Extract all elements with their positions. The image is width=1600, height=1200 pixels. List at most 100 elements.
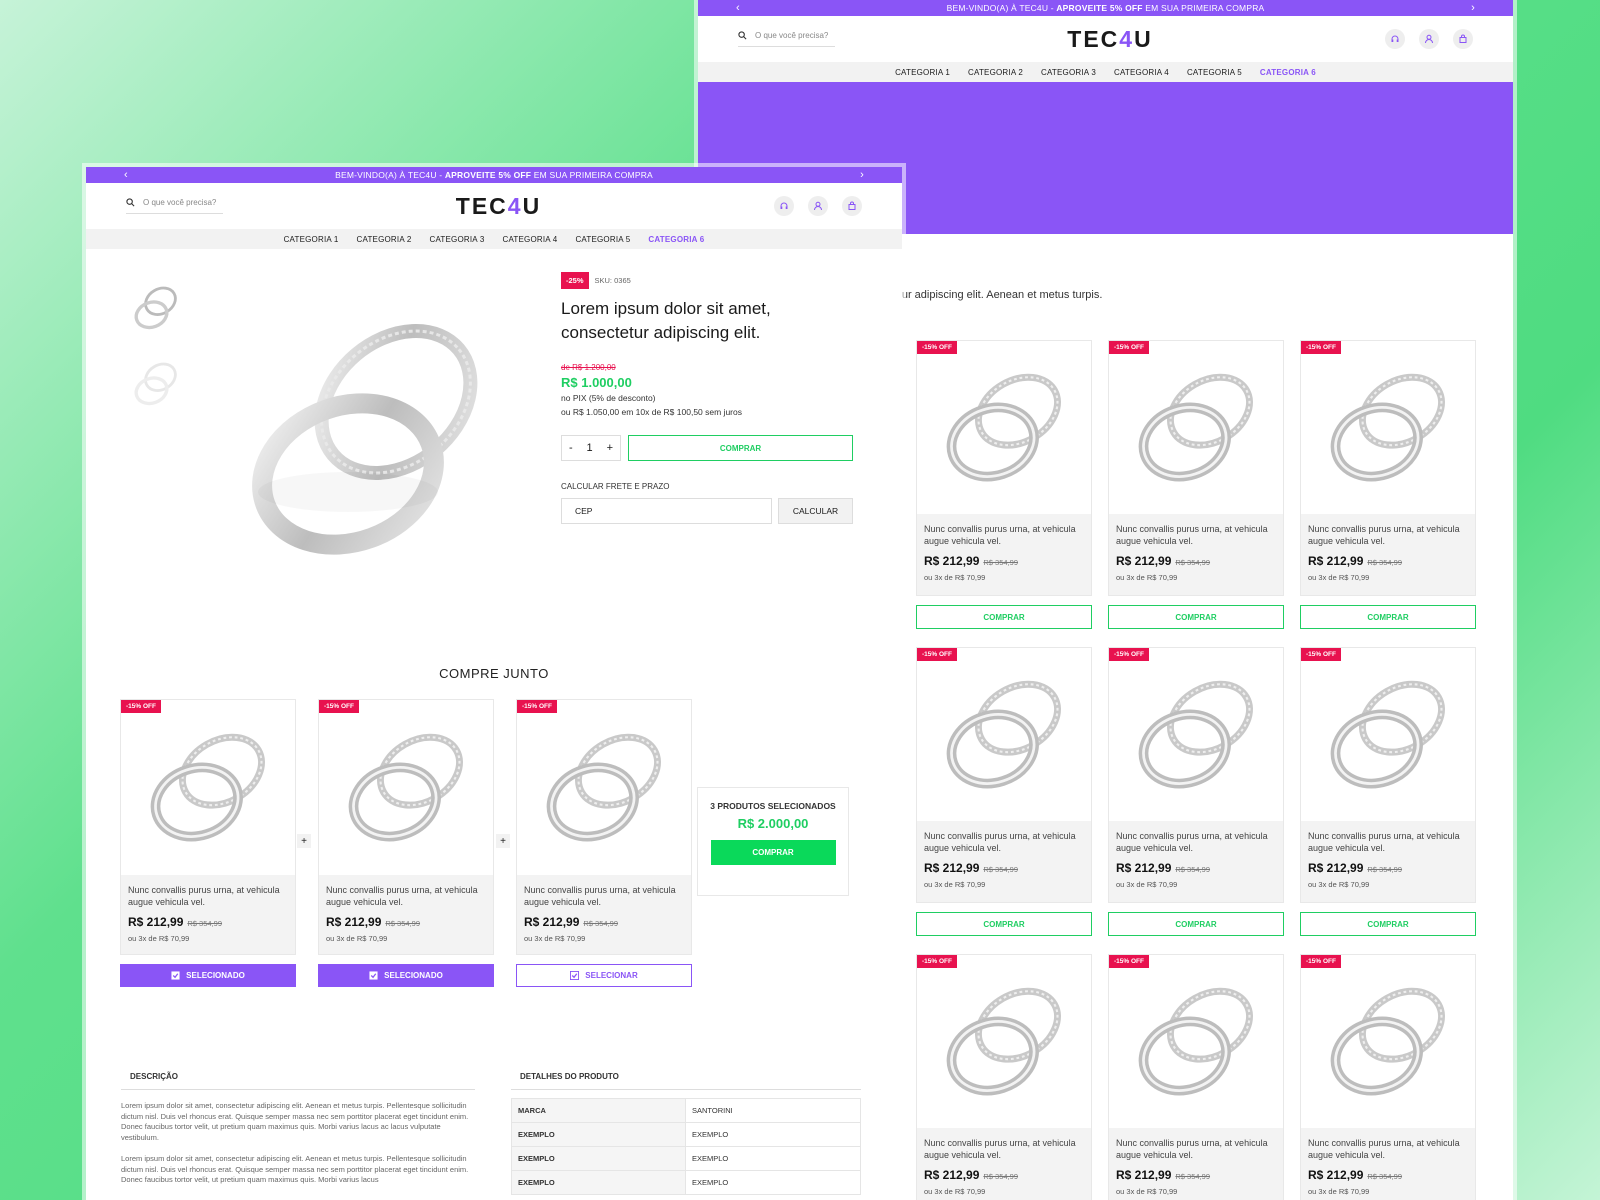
product-main-image[interactable] (226, 292, 506, 592)
selected-toggle[interactable]: SELECIONADO (318, 964, 494, 987)
chevron-left-icon[interactable]: ‹ (124, 169, 128, 181)
nav-item-categoria-3[interactable]: CATEGORIA 3 (430, 235, 485, 244)
product-installments: ou 3x de R$ 70,99 (1116, 573, 1178, 582)
product-old-price: R$ 354,99 (983, 558, 1019, 567)
qty-value[interactable]: 1 (587, 442, 593, 454)
product-image[interactable]: -15% OFF (1108, 954, 1284, 1128)
product-name[interactable]: Nunc convallis purus urna, at vehicula a… (1308, 830, 1468, 854)
site-logo[interactable]: TEC4U (1067, 26, 1152, 53)
support-icon[interactable] (773, 196, 794, 216)
nav-item-categoria-1[interactable]: CATEGORIA 1 (284, 235, 339, 244)
bundle-buy-button[interactable]: COMPRAR (710, 840, 836, 865)
product-card[interactable]: -15% OFF Nunc convallis purus urna, at ve… (1300, 340, 1476, 629)
product-name[interactable]: Nunc convallis purus urna, at vehicula a… (524, 884, 684, 908)
rings-image (946, 987, 1061, 1095)
rings-image (1138, 680, 1253, 788)
thumbnail-1[interactable] (126, 277, 186, 339)
user-icon[interactable] (1418, 29, 1439, 49)
bundle-product-card[interactable]: -15% OFF Nunc convallis purus urna, at ve… (120, 699, 296, 987)
site-logo[interactable]: TEC4U (456, 193, 541, 220)
buy-button[interactable]: COMPRAR (916, 912, 1092, 936)
product-card[interactable]: -15% OFF Nunc convallis purus urna, at ve… (1108, 647, 1284, 936)
details-table: MARCA SANTORINI EXEMPLO EXEMPLO EXEMPLO EXE… (511, 1098, 861, 1195)
product-name[interactable]: Nunc convallis purus urna, at vehicula a… (924, 1137, 1084, 1161)
chevron-left-icon[interactable]: ‹ (736, 2, 740, 14)
qty-increase-button[interactable]: + (607, 442, 613, 454)
product-name[interactable]: Nunc convallis purus urna, at vehicula a… (924, 523, 1084, 547)
search-input[interactable]: O que você precisa? (126, 198, 223, 214)
product-card[interactable]: -15% OFF Nunc convallis purus urna, at ve… (916, 954, 1092, 1200)
bundle-product-card[interactable]: -15% OFF Nunc convallis purus urna, at ve… (318, 699, 494, 987)
nav-item-categoria-1[interactable]: CATEGORIA 1 (895, 68, 950, 77)
product-card[interactable]: -15% OFF Nunc convallis purus urna, at ve… (916, 340, 1092, 629)
support-icon[interactable] (1384, 29, 1405, 49)
buy-button[interactable]: COMPRAR (1108, 912, 1284, 936)
discount-badge: -15% OFF (319, 700, 359, 713)
product-card[interactable]: -15% OFF Nunc convallis purus urna, at ve… (916, 647, 1092, 936)
nav-item-categoria-5[interactable]: CATEGORIA 5 (1187, 68, 1242, 77)
product-name[interactable]: Nunc convallis purus urna, at vehicula a… (1116, 523, 1276, 547)
product-name[interactable]: Nunc convallis purus urna, at vehicula a… (1116, 1137, 1276, 1161)
product-name[interactable]: Nunc convallis purus urna, at vehicula a… (326, 884, 486, 908)
chevron-right-icon[interactable]: › (1471, 2, 1475, 14)
product-image[interactable]: -15% OFF (1108, 340, 1284, 514)
nav-item-categoria-3[interactable]: CATEGORIA 3 (1041, 68, 1096, 77)
qty-decrease-button[interactable]: - (569, 442, 573, 454)
product-image[interactable]: -15% OFF (916, 647, 1092, 821)
product-name[interactable]: Nunc convallis purus urna, at vehicula a… (1308, 523, 1468, 547)
user-icon[interactable] (807, 196, 828, 216)
nav-item-categoria-6[interactable]: CATEGORIA 6 (1260, 68, 1316, 77)
product-image[interactable]: -15% OFF (1300, 647, 1476, 821)
product-installments: ou 3x de R$ 70,99 (1308, 573, 1370, 582)
nav-item-categoria-2[interactable]: CATEGORIA 2 (357, 235, 412, 244)
thumbnail-2[interactable] (126, 353, 186, 415)
bundle-product-card[interactable]: -15% OFF Nunc convallis purus urna, at ve… (516, 699, 692, 987)
cart-icon[interactable] (841, 196, 862, 216)
product-image[interactable]: -15% OFF (916, 954, 1092, 1128)
product-name[interactable]: Nunc convallis purus urna, at vehicula a… (1308, 1137, 1468, 1161)
product-name[interactable]: Nunc convallis purus urna, at vehicula a… (924, 830, 1084, 854)
nav-item-categoria-4[interactable]: CATEGORIA 4 (1114, 68, 1169, 77)
select-toggle[interactable]: SELECIONAR (516, 964, 692, 987)
buy-button[interactable]: COMPRAR (1300, 605, 1476, 629)
product-card[interactable]: -15% OFF Nunc convallis purus urna, at ve… (1108, 340, 1284, 629)
cart-icon[interactable] (1452, 29, 1473, 49)
product-card[interactable]: -15% OFF Nunc convallis purus urna, at ve… (1300, 647, 1476, 936)
product-page-window: ‹ BEM-VINDO(A) À TEC4U - APROVEITE 5% OF… (86, 167, 902, 1200)
rings-image (1138, 373, 1253, 481)
product-card[interactable]: -15% OFF Nunc convallis purus urna, at ve… (1300, 954, 1476, 1200)
product-image[interactable]: -15% OFF (1300, 340, 1476, 514)
product-image[interactable]: -15% OFF (318, 699, 494, 875)
nav-item-categoria-2[interactable]: CATEGORIA 2 (968, 68, 1023, 77)
product-image[interactable]: -15% OFF (516, 699, 692, 875)
product-image[interactable]: -15% OFF (916, 340, 1092, 514)
buy-button[interactable]: COMPRAR (628, 435, 853, 461)
nav-item-categoria-4[interactable]: CATEGORIA 4 (502, 235, 557, 244)
nav-item-categoria-5[interactable]: CATEGORIA 5 (575, 235, 630, 244)
selected-toggle[interactable]: SELECIONADO (120, 964, 296, 987)
rings-image (1138, 987, 1253, 1095)
product-card[interactable]: -15% OFF Nunc convallis purus urna, at ve… (1108, 954, 1284, 1200)
search-input[interactable]: O que você precisa? (738, 31, 835, 47)
buy-button[interactable]: COMPRAR (916, 605, 1092, 629)
buy-button[interactable]: COMPRAR (1108, 605, 1284, 629)
calculate-button[interactable]: CALCULAR (778, 498, 853, 524)
product-image[interactable]: -15% OFF (1108, 647, 1284, 821)
site-header: O que você precisa? TEC4U (698, 16, 1513, 62)
product-name[interactable]: Nunc convallis purus urna, at vehicula a… (128, 884, 288, 908)
bundle-selected-count: 3 PRODUTOS SELECIONADOS (710, 801, 836, 811)
product-old-price: R$ 354,99 (1367, 865, 1403, 874)
product-image[interactable]: -15% OFF (120, 699, 296, 875)
chevron-right-icon[interactable]: › (860, 169, 864, 181)
product-image[interactable]: -15% OFF (1300, 954, 1476, 1128)
cep-input[interactable]: CEP (561, 498, 772, 524)
discount-badge: -15% OFF (1109, 341, 1149, 354)
detail-value: EXEMPLO (685, 1146, 861, 1171)
buy-button[interactable]: COMPRAR (1300, 912, 1476, 936)
product-name[interactable]: Nunc convallis purus urna, at vehicula a… (1116, 830, 1276, 854)
product-installments: ou 3x de R$ 70,99 (924, 573, 986, 582)
description-title: DESCRIÇÃO (121, 1072, 475, 1090)
discount-badge: -15% OFF (1301, 955, 1341, 968)
quantity-stepper: - 1 + (561, 435, 621, 461)
nav-item-categoria-6[interactable]: CATEGORIA 6 (648, 235, 704, 244)
